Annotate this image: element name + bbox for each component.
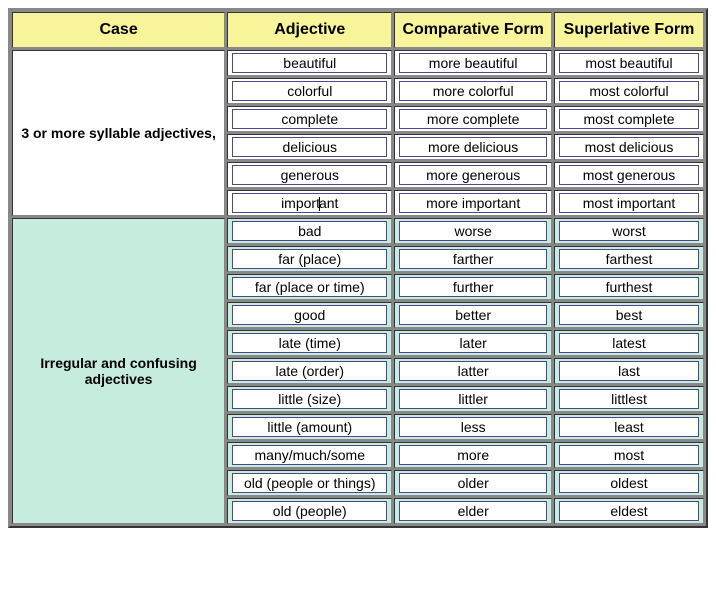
adj-cell: old (people): [232, 501, 387, 521]
adjective-forms-table: CaseAdjectiveComparative FormSuperlative…: [8, 8, 708, 528]
comp-cell: more: [399, 445, 547, 465]
comp-cell: better: [399, 305, 547, 325]
comp-cell: more complete: [399, 109, 547, 129]
comp-cell: farther: [399, 249, 547, 269]
adj-cell: important: [232, 193, 387, 213]
adj-cell: far (place): [232, 249, 387, 269]
case-label: 3 or more syllable adjectives,: [12, 50, 225, 216]
sup-cell: most: [559, 445, 699, 465]
sup-cell: worst: [559, 221, 699, 241]
adj-cell: far (place or time): [232, 277, 387, 297]
header-superlative: Superlative Form: [554, 12, 704, 48]
sup-cell: least: [559, 417, 699, 437]
adj-cell: little (size): [232, 389, 387, 409]
adj-cell: good: [232, 305, 387, 325]
sup-cell: littlest: [559, 389, 699, 409]
adj-cell: colorful: [232, 81, 387, 101]
table-row: Irregular and confusing adjectivesbadwor…: [12, 218, 704, 244]
sup-cell: furthest: [559, 277, 699, 297]
comp-cell: elder: [399, 501, 547, 521]
comp-cell: further: [399, 277, 547, 297]
comp-cell: later: [399, 333, 547, 353]
sup-cell: most generous: [559, 165, 699, 185]
adj-cell: generous: [232, 165, 387, 185]
sup-cell: farthest: [559, 249, 699, 269]
table-row: 3 or more syllable adjectives,beautifulm…: [12, 50, 704, 76]
text-caret: [319, 197, 320, 211]
comp-cell: latter: [399, 361, 547, 381]
adj-cell: late (time): [232, 333, 387, 353]
comp-cell: worse: [399, 221, 547, 241]
adj-cell: delicious: [232, 137, 387, 157]
adj-cell: bad: [232, 221, 387, 241]
sup-cell: most beautiful: [559, 53, 699, 73]
adj-cell: beautiful: [232, 53, 387, 73]
comp-cell: more delicious: [399, 137, 547, 157]
sup-cell: most important: [559, 193, 699, 213]
sup-cell: oldest: [559, 473, 699, 493]
adj-cell: complete: [232, 109, 387, 129]
header-adjective: Adjective: [227, 12, 392, 48]
sup-cell: last: [559, 361, 699, 381]
comp-cell: more beautiful: [399, 53, 547, 73]
header-case: Case: [12, 12, 225, 48]
comp-cell: less: [399, 417, 547, 437]
sup-cell: best: [559, 305, 699, 325]
adj-cell: little (amount): [232, 417, 387, 437]
sup-cell: most colorful: [559, 81, 699, 101]
sup-cell: most complete: [559, 109, 699, 129]
comp-cell: more important: [399, 193, 547, 213]
sup-cell: latest: [559, 333, 699, 353]
sup-cell: eldest: [559, 501, 699, 521]
adj-cell: late (order): [232, 361, 387, 381]
case-label: Irregular and confusing adjectives: [12, 218, 225, 524]
adj-cell: old (people or things): [232, 473, 387, 493]
sup-cell: most delicious: [559, 137, 699, 157]
adj-cell: many/much/some: [232, 445, 387, 465]
header-comparative: Comparative Form: [394, 12, 552, 48]
comp-cell: older: [399, 473, 547, 493]
comp-cell: more colorful: [399, 81, 547, 101]
comp-cell: littler: [399, 389, 547, 409]
comp-cell: more generous: [399, 165, 547, 185]
